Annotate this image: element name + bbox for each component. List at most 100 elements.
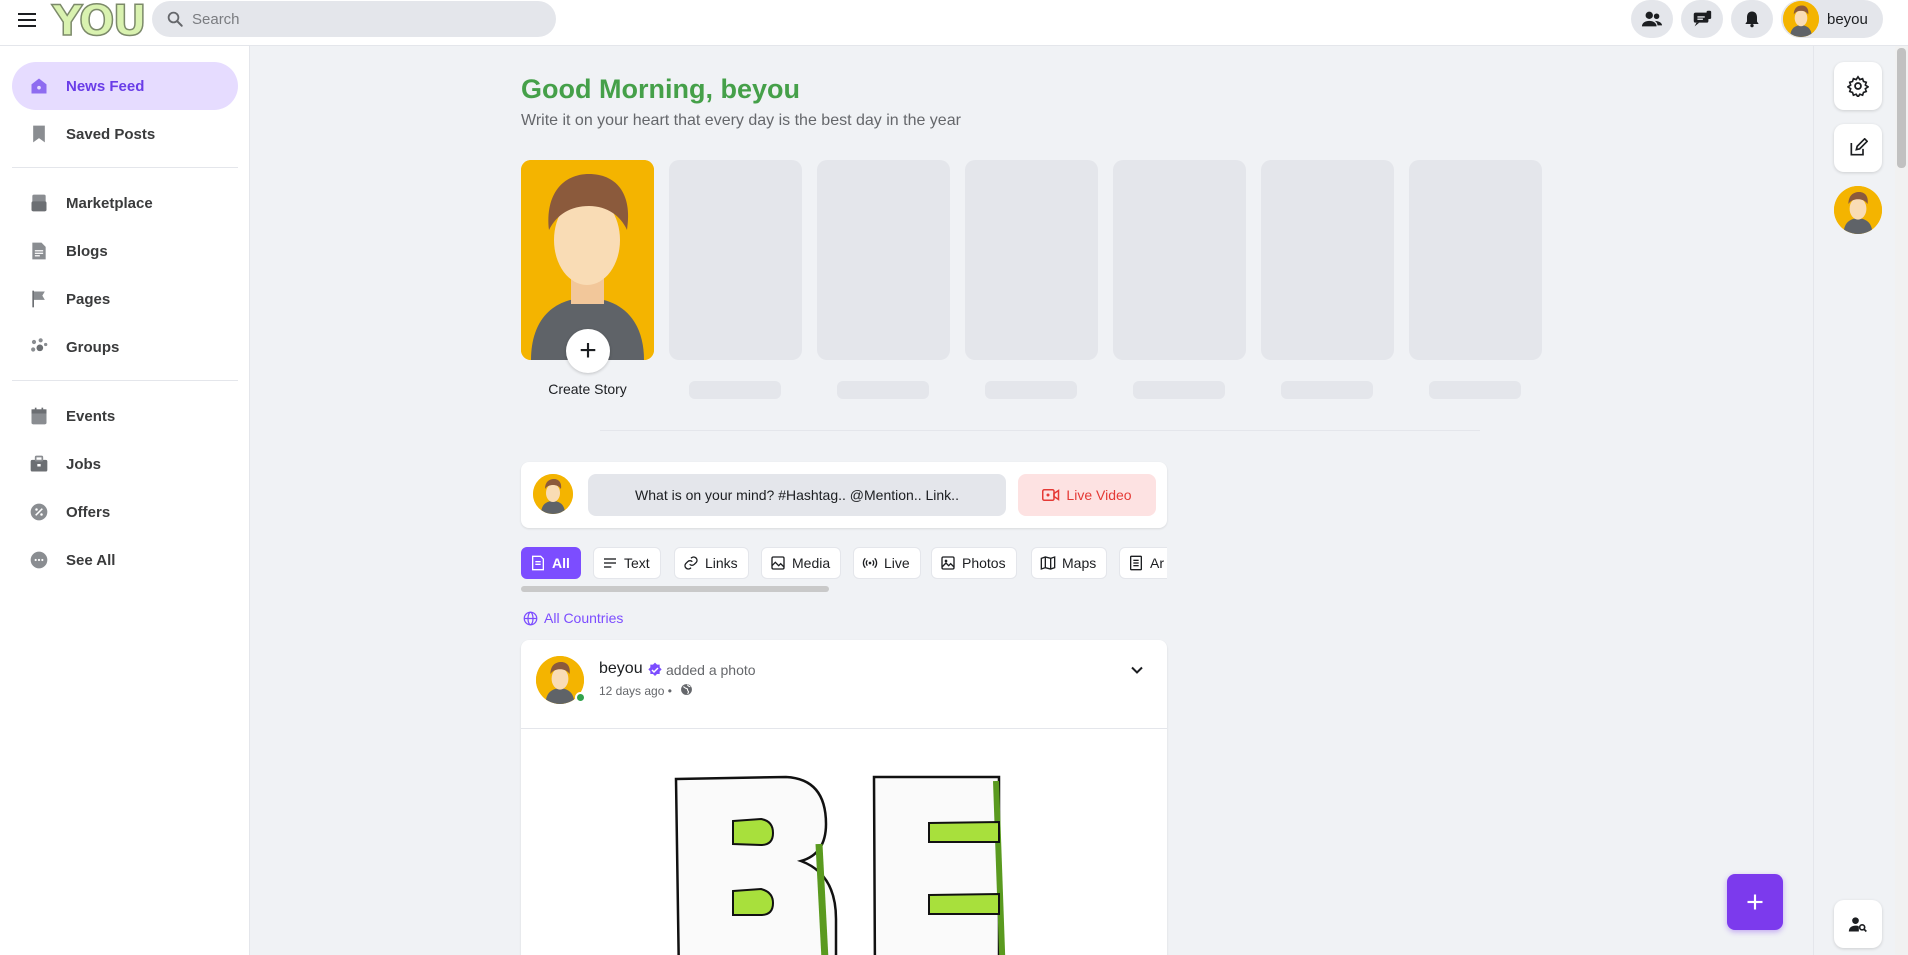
filter-label: Photos [962,555,1006,571]
post-action: added a photo [666,662,756,678]
person-search-icon [1848,917,1867,933]
username: beyou [1827,10,1868,28]
sidebar-item-see-all[interactable]: See All [12,536,238,584]
story-placeholder [1261,160,1394,360]
sidebar-item-news-feed[interactable]: News Feed [12,62,238,110]
search-icon [167,11,183,27]
profile-avatar[interactable] [1834,186,1882,234]
divider [600,430,1480,431]
more-icon [28,549,50,571]
story-label-placeholder [837,381,929,399]
filter-label: Text [624,555,650,571]
story-label-placeholder [985,381,1077,399]
avatar [1783,1,1819,37]
filter-label: Links [705,555,738,571]
app-logo[interactable]: YOU [51,0,147,46]
story-placeholder [669,160,802,360]
find-people-button[interactable] [1834,900,1882,948]
briefcase-icon [28,453,50,475]
create-post-button[interactable] [1834,124,1882,172]
offer-icon [28,501,50,523]
add-story-button[interactable]: + [566,329,610,373]
video-camera-icon [1042,489,1060,501]
friends-button[interactable] [1631,0,1673,38]
sidebar-item-label: Events [66,407,116,425]
notifications-button[interactable] [1731,0,1773,38]
filter-live[interactable]: Live [853,547,921,579]
divider [12,380,238,381]
story-placeholder [1113,160,1246,360]
link-icon [684,556,698,570]
filter-scrollbar[interactable] [521,586,829,592]
post-image[interactable] [521,728,1167,955]
sidebar-item-offers[interactable]: Offers [12,488,238,536]
post-author-name[interactable]: beyou [599,660,643,678]
messages-icon [1693,10,1712,27]
story-label-placeholder [1429,381,1521,399]
friends-icon [1641,11,1663,27]
sidebar-item-label: News Feed [66,77,145,95]
add-new-button[interactable] [1727,874,1783,930]
page-scrollbar[interactable] [1895,46,1908,955]
post-filter-bar: All Text Links Media Live Photos Maps Ar [521,547,1167,581]
filter-text[interactable]: Text [593,547,661,579]
scrollbar-thumb[interactable] [1897,48,1906,168]
sidebar-item-saved-posts[interactable]: Saved Posts [12,110,238,158]
article-icon [1130,555,1142,571]
photo-icon [941,556,955,570]
sidebar-item-blogs[interactable]: Blogs [12,227,238,275]
whats-on-your-mind-input[interactable]: What is on your mind? #Hashtag.. @Mentio… [588,474,1006,516]
sidebar-item-jobs[interactable]: Jobs [12,440,238,488]
live-video-button[interactable]: Live Video [1018,474,1156,516]
story-label-placeholder [1281,381,1373,399]
sidebar-item-groups[interactable]: Groups [12,323,238,371]
story-label-placeholder [1133,381,1225,399]
live-video-label: Live Video [1066,487,1132,503]
post-composer: What is on your mind? #Hashtag.. @Mentio… [521,462,1167,528]
filter-links[interactable]: Links [674,547,749,579]
sidebar-item-label: Blogs [66,242,108,260]
greeting-subtitle: Write it on your heart that every day is… [521,112,961,129]
user-menu[interactable]: beyou [1781,0,1883,38]
sidebar-item-label: Pages [66,290,111,308]
bell-icon [1745,11,1759,28]
globe-icon [523,611,538,625]
filter-all[interactable]: All [521,547,581,579]
edit-icon [1850,138,1868,156]
store-icon [28,192,50,214]
calendar-icon [28,405,50,427]
media-icon [771,556,785,570]
messages-button[interactable] [1681,0,1723,38]
home-icon [28,75,50,97]
create-story-label: Create Story [548,381,627,397]
filter-maps[interactable]: Maps [1031,547,1108,579]
divider [12,167,238,168]
right-rail [1813,46,1908,955]
sidebar-item-label: Saved Posts [66,125,156,143]
sidebar-item-label: Offers [66,503,111,521]
filter-media[interactable]: Media [761,547,842,579]
filter-articles[interactable]: Ar [1119,547,1167,579]
post-card: beyou added a photo 12 days ago • [521,640,1167,955]
search-input[interactable] [192,10,556,28]
settings-button[interactable] [1834,62,1882,110]
sidebar-item-label: Jobs [66,455,102,473]
plus-icon [1747,894,1763,910]
sidebar-item-label: Groups [66,338,120,356]
menu-icon[interactable] [15,8,39,32]
chevron-down-icon[interactable] [1127,660,1147,680]
all-countries-selector[interactable]: All Countries [523,610,623,626]
sidebar-item-pages[interactable]: Pages [12,275,238,323]
avatar [533,474,573,514]
filter-label: All [552,555,570,571]
sidebar-item-events[interactable]: Events [12,392,238,440]
document-icon [532,555,544,571]
search-box[interactable] [152,1,556,37]
filter-photos[interactable]: Photos [931,547,1017,579]
top-bar: YOU beyou [0,0,1908,46]
all-countries-label: All Countries [544,610,624,626]
sidebar-item-marketplace[interactable]: Marketplace [12,179,238,227]
gear-icon [1847,75,1869,97]
greeting-title: Good Morning, beyou [521,74,800,104]
post-timestamp[interactable]: 12 days ago • [599,684,672,698]
